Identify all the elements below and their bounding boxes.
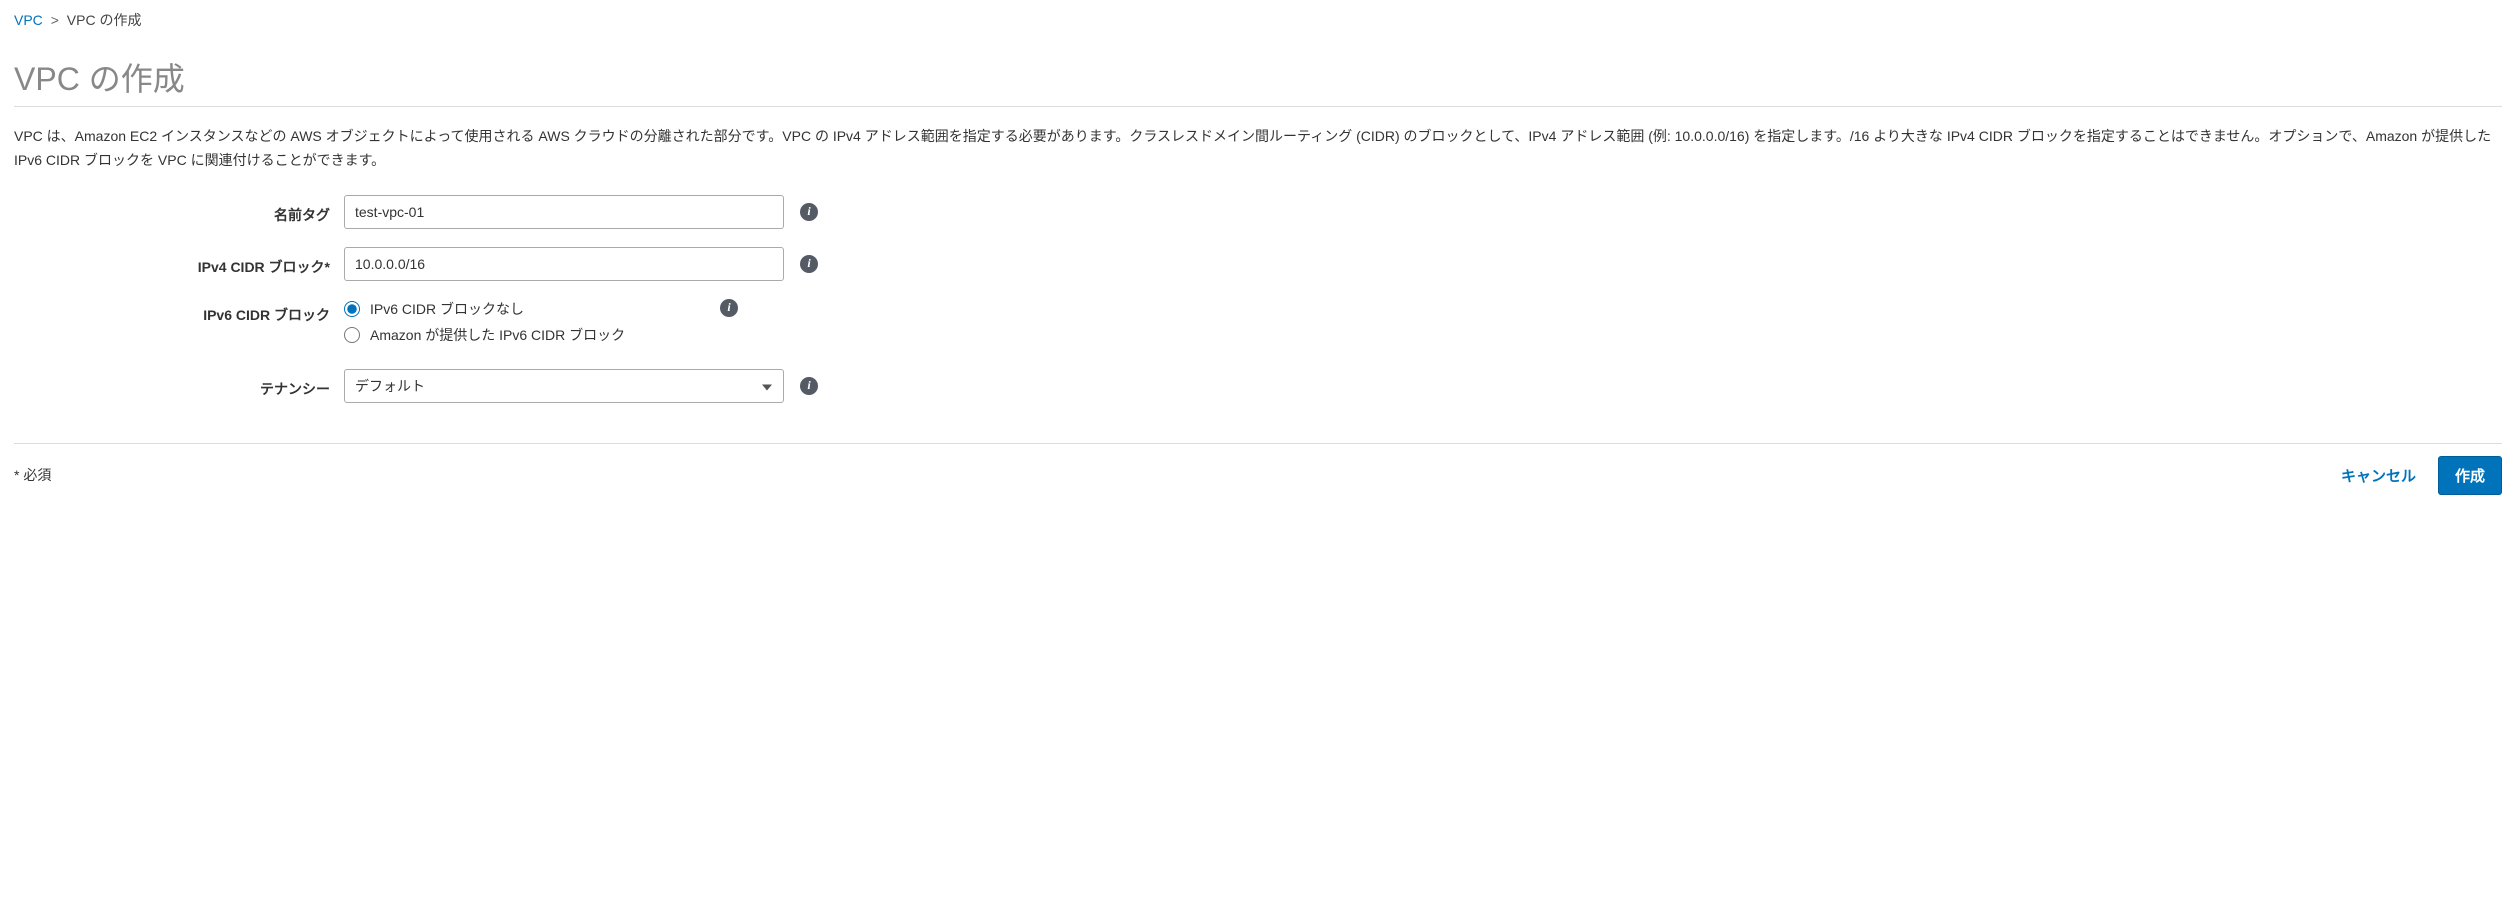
- name-tag-label: 名前タグ: [14, 199, 344, 225]
- ipv6-option-none-label: IPv6 CIDR ブロックなし: [370, 299, 524, 319]
- tenancy-label: テナンシー: [14, 373, 344, 399]
- ipv6-option-none[interactable]: IPv6 CIDR ブロックなし: [344, 299, 704, 319]
- form-row-name-tag: 名前タグ i: [14, 195, 2502, 229]
- info-icon[interactable]: i: [720, 299, 738, 317]
- page-description: VPC は、Amazon EC2 インスタンスなどの AWS オブジェクトによっ…: [14, 125, 2502, 173]
- ipv6-cidr-radio-group: IPv6 CIDR ブロックなし Amazon が提供した IPv6 CIDR …: [344, 299, 704, 351]
- ipv6-option-amazon[interactable]: Amazon が提供した IPv6 CIDR ブロック: [344, 325, 704, 345]
- breadcrumb-separator: >: [51, 12, 59, 28]
- ipv6-radio-amazon[interactable]: [344, 327, 360, 343]
- form-row-ipv6-cidr: IPv6 CIDR ブロック IPv6 CIDR ブロックなし Amazon が…: [14, 299, 2502, 351]
- footer-actions: キャンセル 作成: [2337, 456, 2502, 495]
- name-tag-input[interactable]: [344, 195, 784, 229]
- breadcrumb-current: VPC の作成: [67, 12, 142, 28]
- tenancy-select[interactable]: デフォルト: [344, 369, 784, 403]
- page-title: VPC の作成: [14, 54, 2502, 107]
- form-row-tenancy: テナンシー デフォルト i: [14, 369, 2502, 403]
- ipv6-radio-none[interactable]: [344, 301, 360, 317]
- breadcrumb: VPC > VPC の作成: [14, 10, 2502, 30]
- footer-bar: * 必須 キャンセル 作成: [14, 443, 2502, 495]
- create-button[interactable]: 作成: [2438, 456, 2502, 495]
- ipv6-option-amazon-label: Amazon が提供した IPv6 CIDR ブロック: [370, 325, 625, 345]
- tenancy-select-wrap: デフォルト: [344, 369, 784, 403]
- ipv4-cidr-label: IPv4 CIDR ブロック*: [14, 251, 344, 277]
- info-icon[interactable]: i: [800, 377, 818, 395]
- form-row-ipv4-cidr: IPv4 CIDR ブロック* i: [14, 247, 2502, 281]
- required-note: * 必須: [14, 465, 51, 485]
- info-icon[interactable]: i: [800, 255, 818, 273]
- ipv4-cidr-input[interactable]: [344, 247, 784, 281]
- ipv6-cidr-label: IPv6 CIDR ブロック: [14, 299, 344, 325]
- cancel-button[interactable]: キャンセル: [2337, 459, 2420, 492]
- info-icon[interactable]: i: [800, 203, 818, 221]
- breadcrumb-root-link[interactable]: VPC: [14, 12, 43, 28]
